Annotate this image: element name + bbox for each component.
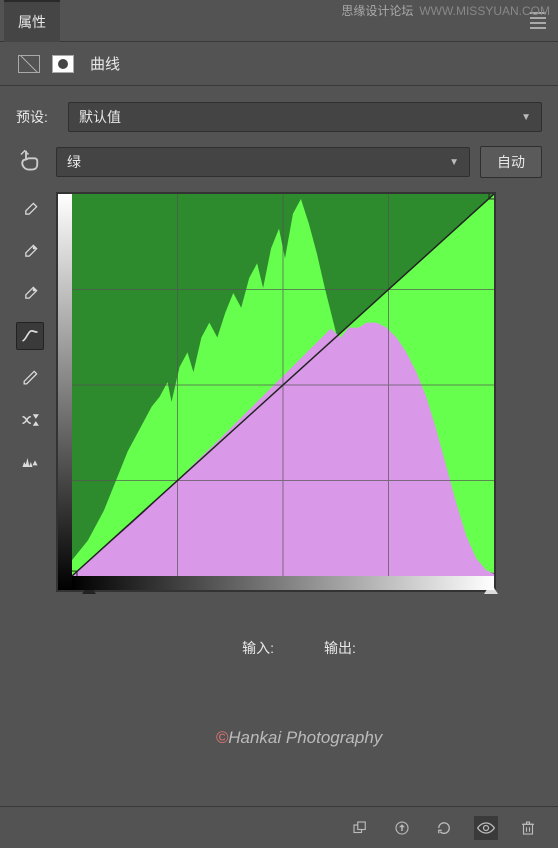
curve-tools-column xyxy=(16,192,44,748)
targeted-adjust-icon[interactable] xyxy=(16,149,46,175)
channel-select[interactable]: 绿▼ xyxy=(56,147,470,177)
chevron-down-icon: ▼ xyxy=(521,112,531,123)
channel-row: 绿▼ 自动 xyxy=(16,146,542,178)
eyedropper-white-icon[interactable] xyxy=(16,280,44,308)
output-label: 输出: xyxy=(324,638,356,658)
input-gradient xyxy=(72,576,494,590)
adjustment-label: 曲线 xyxy=(90,53,120,74)
preset-select[interactable]: 默认值▼ xyxy=(68,102,542,132)
curves-plot-area[interactable] xyxy=(72,194,494,576)
clip-warning-icon[interactable] xyxy=(16,448,44,476)
delete-icon[interactable] xyxy=(516,816,540,840)
chevron-down-icon: ▼ xyxy=(449,157,459,168)
panel-tab-properties[interactable]: 属性 xyxy=(4,0,60,42)
pencil-tool-icon[interactable] xyxy=(16,364,44,392)
adjustment-type-bar: 曲线 xyxy=(0,42,558,86)
output-gradient xyxy=(58,194,72,590)
preset-row: 预设: 默认值▼ xyxy=(16,102,542,132)
eyedropper-gray-icon[interactable] xyxy=(16,238,44,266)
smooth-curve-icon[interactable] xyxy=(16,406,44,434)
eyedropper-black-icon[interactable] xyxy=(16,196,44,224)
watermark: 思缘设计论坛WWW.MISSYUAN.COM xyxy=(341,2,550,19)
preset-label: 预设: xyxy=(16,107,58,127)
auto-button[interactable]: 自动 xyxy=(480,146,542,178)
curve-point-tool-icon[interactable] xyxy=(16,322,44,350)
mask-icon[interactable] xyxy=(50,53,76,75)
clip-to-layer-icon[interactable] xyxy=(348,816,372,840)
visibility-toggle-icon[interactable] xyxy=(474,816,498,840)
input-label: 输入: xyxy=(242,638,274,658)
io-readout: 输入: 输出: xyxy=(56,638,542,658)
panel-footer xyxy=(0,806,558,848)
credit-text: ©Hankai Photography xyxy=(56,728,542,748)
curves-graph[interactable] xyxy=(56,192,496,592)
view-previous-icon[interactable] xyxy=(390,816,414,840)
curves-adjustment-icon[interactable] xyxy=(16,53,42,75)
reset-icon[interactable] xyxy=(432,816,456,840)
